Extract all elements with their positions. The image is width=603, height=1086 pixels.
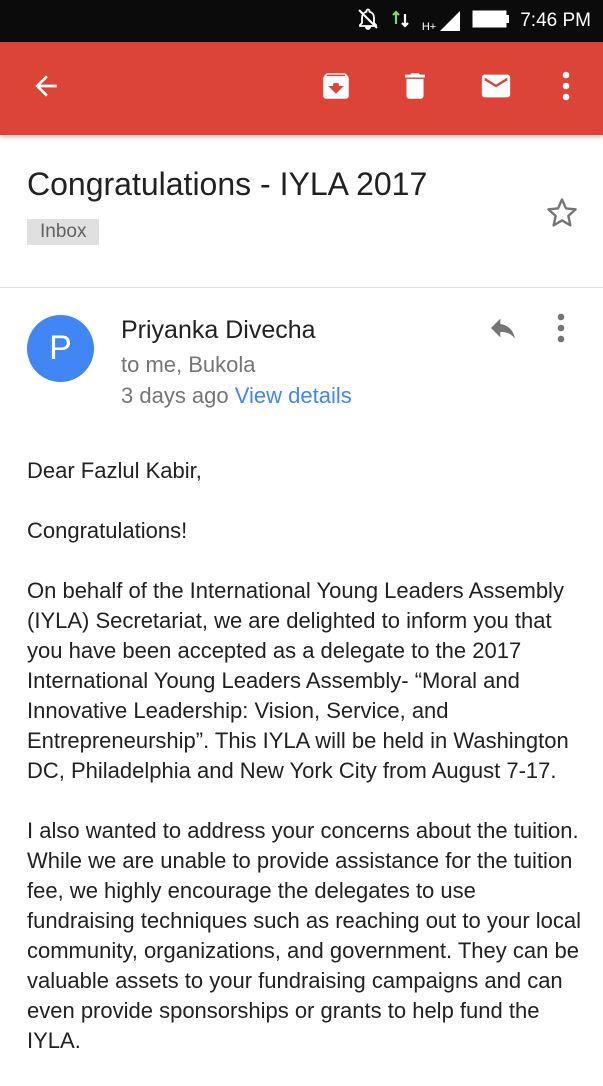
archive-button[interactable] — [308, 42, 364, 135]
greeting: Dear Fazlul Kabir, — [27, 458, 202, 483]
sender-name: Priyanka Divecha — [121, 316, 316, 344]
signal-icon: H+ — [422, 9, 462, 33]
divider — [0, 287, 603, 288]
reply-icon — [485, 318, 521, 348]
mark-unread-icon — [477, 69, 515, 108]
star-button[interactable] — [543, 194, 581, 237]
mark-unread-button[interactable] — [467, 42, 525, 135]
more-vert-icon — [556, 313, 566, 348]
status-icons: H+ 7:46 PM — [356, 8, 591, 34]
avatar[interactable]: P — [27, 315, 94, 382]
inbox-label-chip[interactable]: Inbox — [27, 219, 100, 245]
battery-icon — [472, 9, 510, 34]
delete-button[interactable] — [387, 42, 443, 135]
clock: 7:46 PM — [520, 10, 591, 31]
star-icon — [543, 198, 581, 236]
app-bar — [0, 42, 603, 135]
status-bar: H+ 7:46 PM — [0, 0, 603, 42]
back-arrow-icon — [30, 70, 62, 107]
more-vert-icon — [561, 70, 571, 107]
delete-icon — [398, 69, 432, 108]
message-more-button[interactable] — [556, 312, 566, 349]
notifications-off-icon — [356, 7, 380, 36]
back-button[interactable] — [18, 42, 74, 135]
archive-icon — [319, 69, 353, 108]
network-type-label: H+ — [421, 21, 437, 33]
data-transfer-icon — [390, 8, 412, 35]
timestamp-row: 3 days ago View details — [121, 383, 352, 409]
email-body: Dear Fazlul Kabir, Congratulations! On b… — [27, 456, 587, 1086]
recipients: to me, Bukola — [121, 352, 256, 377]
body-paragraph-3: I also wanted to address your concerns a… — [27, 818, 582, 1053]
timestamp: 3 days ago — [121, 383, 229, 408]
reply-button[interactable] — [485, 312, 521, 349]
view-details-link[interactable]: View details — [235, 383, 352, 408]
email-subject: Congratulations - IYLA 2017 — [27, 166, 428, 202]
body-paragraph-2: On behalf of the International Young Lea… — [27, 578, 569, 783]
body-paragraph-1: Congratulations! — [27, 518, 188, 543]
more-options-button[interactable] — [545, 42, 587, 135]
